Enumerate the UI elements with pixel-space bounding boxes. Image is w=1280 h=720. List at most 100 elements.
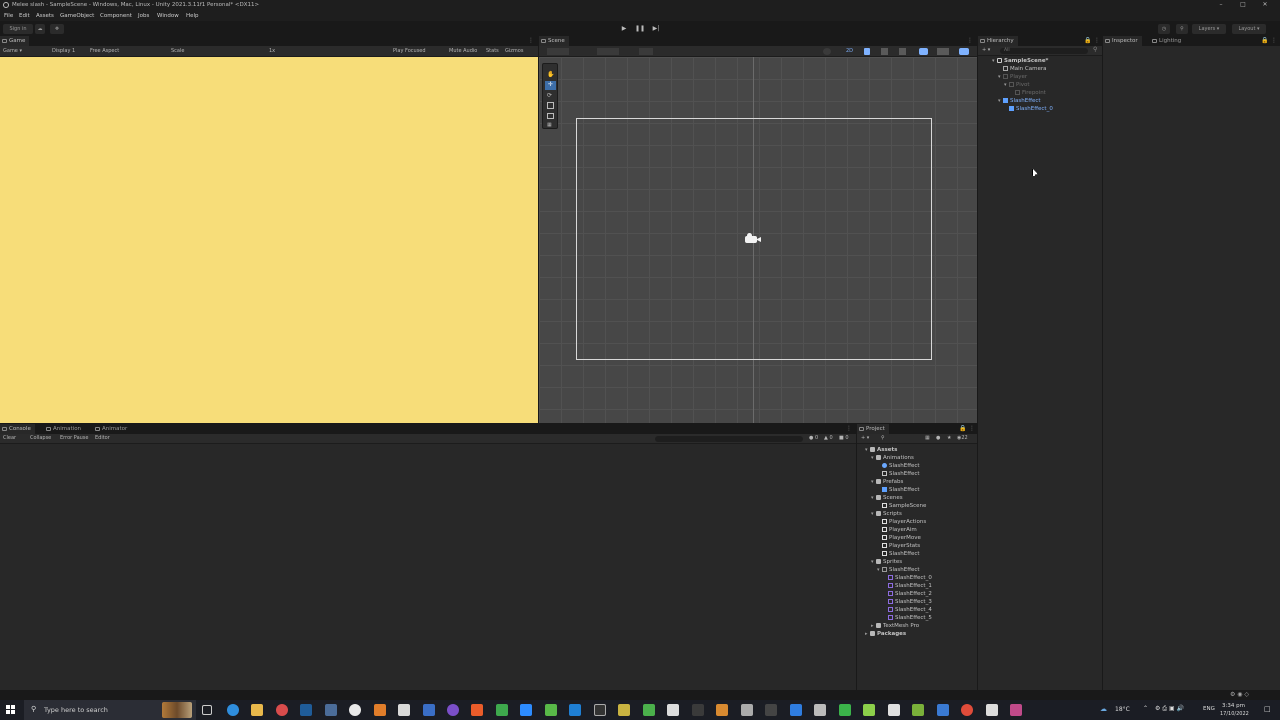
kebab-menu-icon[interactable]: ⋮ — [1271, 37, 1277, 44]
play-icon[interactable]: ▶ — [617, 24, 631, 34]
scale-tool-icon[interactable] — [547, 102, 554, 109]
app-icon-5[interactable] — [496, 704, 508, 716]
hierarchy-item[interactable]: ▾ Pivot — [1004, 82, 1030, 88]
project-item[interactable]: ▾ SlashEffect — [877, 567, 920, 573]
menu-component[interactable]: Component — [100, 13, 132, 19]
rotate-tool-icon[interactable]: ⟳ — [547, 92, 555, 100]
hidden-packages-icon[interactable]: ◉22 — [957, 435, 968, 441]
chrome-icon-2[interactable] — [961, 704, 973, 716]
project-item[interactable]: SampleScene — [877, 503, 926, 509]
project-item[interactable]: SlashEffect_2 — [883, 591, 932, 597]
aspect-dropdown[interactable]: Free Aspect — [90, 48, 119, 54]
hierarchy-item[interactable]: ▾ SlashEffect — [998, 98, 1041, 104]
log-count-toggle[interactable]: ● 0 — [809, 435, 818, 441]
lighting-toggle-icon[interactable] — [864, 48, 870, 55]
orientation-icon[interactable] — [823, 48, 831, 55]
app-icon-18[interactable] — [863, 704, 875, 716]
tab-lighting[interactable]: Lighting — [1150, 36, 1186, 46]
lock-icon[interactable]: 🔒 — [959, 425, 966, 432]
search-icon[interactable]: ⚲ — [1176, 24, 1188, 34]
gizmos-toggle-icon[interactable] — [959, 48, 969, 55]
tab-animator[interactable]: Animator — [93, 424, 132, 434]
project-item[interactable]: ▾ Assets — [865, 447, 897, 453]
obs-icon[interactable] — [447, 704, 459, 716]
app-icon-17[interactable] — [814, 704, 826, 716]
task-view-icon[interactable] — [202, 705, 212, 715]
gizmos-dropdown[interactable]: Gizmos — [505, 48, 523, 54]
search-icon[interactable]: ⚲ — [1093, 46, 1097, 53]
kebab-menu-icon[interactable]: ⋮ — [1094, 37, 1100, 44]
hierarchy-search-input[interactable]: All — [1000, 48, 1088, 54]
app-icon-7[interactable] — [545, 704, 557, 716]
project-item[interactable]: SlashEffect — [877, 551, 920, 557]
menu-jobs[interactable]: Jobs — [138, 13, 149, 19]
menu-window[interactable]: Window — [157, 13, 179, 19]
kebab-menu-icon[interactable]: ⋮ — [846, 425, 852, 432]
chrome-icon[interactable] — [349, 704, 361, 716]
tray-arrow-icon[interactable]: ⌃ — [1143, 705, 1148, 712]
pause-icon[interactable]: ❚❚ — [633, 24, 647, 34]
project-item[interactable]: ▾ Scenes — [871, 495, 903, 501]
menu-file[interactable]: File — [4, 13, 13, 19]
project-item[interactable]: ▾ Scripts — [871, 511, 902, 517]
stats-toggle[interactable]: Stats — [486, 48, 499, 54]
kebab-menu-icon[interactable]: ⋮ — [528, 37, 534, 44]
project-item[interactable]: SlashEffect — [877, 463, 920, 469]
game-viewport[interactable] — [0, 57, 538, 423]
audio-toggle-icon[interactable] — [881, 48, 888, 55]
app-icon-10[interactable] — [643, 704, 655, 716]
mute-audio-toggle[interactable]: Mute Audio — [449, 48, 477, 54]
edge-browser-icon[interactable] — [227, 704, 239, 716]
language-indicator[interactable]: ENG — [1203, 706, 1215, 712]
project-item[interactable]: SlashEffect_4 — [883, 607, 932, 613]
error-pause-toggle[interactable]: Error Pause — [60, 435, 88, 441]
clock-date[interactable]: 17/10/2022 — [1220, 711, 1249, 717]
close-icon[interactable]: ✕ — [1260, 1, 1270, 9]
app-icon-21[interactable] — [937, 704, 949, 716]
layers-dropdown[interactable]: Layers ▾ — [1192, 24, 1226, 34]
kebab-menu-icon[interactable]: ⋮ — [969, 425, 975, 432]
tab-hierarchy[interactable]: Hierarchy — [978, 36, 1018, 46]
sign-in-button[interactable]: Sign in — [3, 24, 33, 34]
clock-time[interactable]: 3:34 pm — [1222, 703, 1245, 709]
filter-label-icon[interactable]: ● — [936, 435, 940, 441]
hierarchy-item[interactable]: SlashEffect_0 — [1004, 106, 1053, 112]
warning-count-toggle[interactable]: ▲ 0 — [824, 435, 833, 441]
app-icon-15[interactable] — [765, 704, 777, 716]
app-icon-12[interactable] — [692, 704, 704, 716]
app-icon-13[interactable] — [716, 704, 728, 716]
grid-snapping-dropdown[interactable] — [597, 48, 619, 55]
clear-button[interactable]: Clear — [3, 435, 16, 441]
error-count-toggle[interactable]: ■ 0 — [839, 435, 849, 441]
rect-tool-icon[interactable] — [547, 113, 554, 119]
taskbar-search-input[interactable]: ⚲ Type here to search — [24, 700, 196, 720]
project-create-dropdown[interactable]: + ▾ — [861, 435, 869, 441]
app-icon-19[interactable] — [888, 704, 900, 716]
tab-game[interactable]: Game — [0, 36, 30, 46]
draw-mode-dropdown[interactable] — [547, 48, 569, 55]
menu-gameobject[interactable]: GameObject — [60, 13, 94, 19]
app-icon-6[interactable] — [520, 704, 532, 716]
app-icon-2[interactable] — [398, 704, 410, 716]
app-icon-20[interactable] — [912, 704, 924, 716]
hierarchy-item[interactable]: ▾ SampleScene* — [992, 58, 1048, 64]
favorite-icon[interactable]: ★ — [947, 435, 951, 441]
menu-assets[interactable]: Assets — [36, 13, 54, 19]
project-item[interactable]: PlayerStats — [877, 543, 920, 549]
collapse-toggle[interactable]: Collapse — [30, 435, 51, 441]
app-icon-8[interactable] — [594, 704, 606, 716]
app-icon-4[interactable] — [471, 704, 483, 716]
project-item[interactable]: SlashEffect_5 — [883, 615, 932, 621]
app-icon-14[interactable] — [741, 704, 753, 716]
project-item[interactable]: ▾ Animations — [871, 455, 914, 461]
project-item[interactable]: ▸ TextMesh Pro — [871, 623, 919, 629]
app-icon-16[interactable] — [790, 704, 802, 716]
project-item[interactable]: SlashEffect — [877, 487, 920, 493]
visibility-icon[interactable] — [919, 48, 928, 55]
display-dropdown[interactable]: Display 1 — [52, 48, 75, 54]
play-focused-dropdown[interactable]: Play Focused — [393, 48, 426, 54]
status-icons[interactable]: ⚙ ◉ ◇ — [1230, 691, 1249, 698]
filter-type-icon[interactable]: ▦ — [925, 435, 930, 441]
app-icon-22[interactable] — [1010, 704, 1022, 716]
project-item[interactable]: ▾ Sprites — [871, 559, 902, 565]
